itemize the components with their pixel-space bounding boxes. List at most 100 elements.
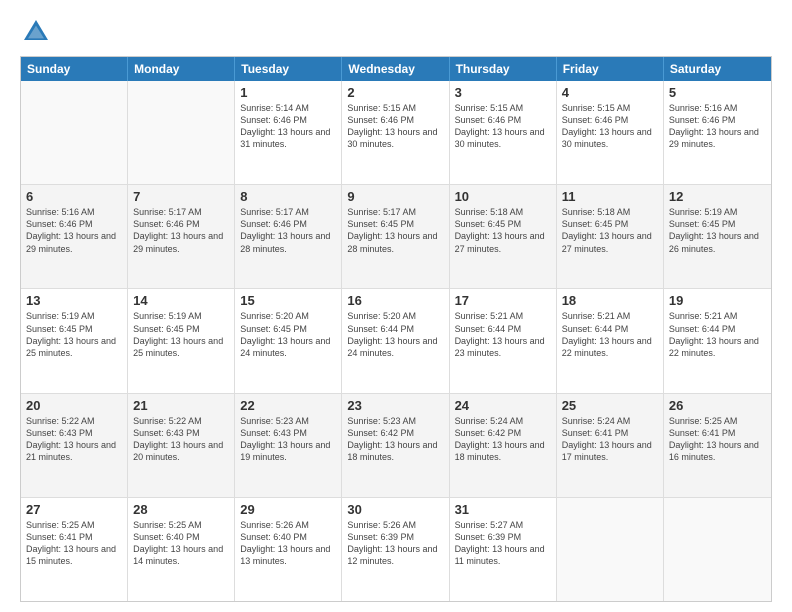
day-number: 1 <box>240 85 336 100</box>
day-info: Sunrise: 5:26 AM Sunset: 6:39 PM Dayligh… <box>347 519 443 568</box>
day-info: Sunrise: 5:17 AM Sunset: 6:46 PM Dayligh… <box>240 206 336 255</box>
day-info: Sunrise: 5:21 AM Sunset: 6:44 PM Dayligh… <box>669 310 766 359</box>
day-cell-2: 2 Sunrise: 5:15 AM Sunset: 6:46 PM Daylig… <box>342 81 449 184</box>
day-header-friday: Friday <box>557 57 664 81</box>
day-number: 7 <box>133 189 229 204</box>
day-cell-12: 12 Sunrise: 5:19 AM Sunset: 6:45 PM Dayli… <box>664 185 771 288</box>
day-info: Sunrise: 5:24 AM Sunset: 6:41 PM Dayligh… <box>562 415 658 464</box>
day-info: Sunrise: 5:27 AM Sunset: 6:39 PM Dayligh… <box>455 519 551 568</box>
day-cell-11: 11Sunrise: 5:18 AM Sunset: 6:45 PM Dayli… <box>557 185 664 288</box>
day-cell-27: 27 Sunrise: 5:25 AM Sunset: 6:41 PM Dayli… <box>21 498 128 601</box>
day-cell-4: 4 Sunrise: 5:15 AM Sunset: 6:46 PM Daylig… <box>557 81 664 184</box>
day-cell-24: 24 Sunrise: 5:24 AM Sunset: 6:42 PM Dayli… <box>450 394 557 497</box>
day-number: 9 <box>347 189 443 204</box>
day-cell-5: 5Sunrise: 5:16 AM Sunset: 6:46 PM Daylig… <box>664 81 771 184</box>
day-cell-18: 18 Sunrise: 5:21 AM Sunset: 6:44 PM Dayli… <box>557 289 664 392</box>
day-number: 30 <box>347 502 443 517</box>
day-number: 4 <box>562 85 658 100</box>
day-info: Sunrise: 5:26 AM Sunset: 6:40 PM Dayligh… <box>240 519 336 568</box>
day-cell-25: 25Sunrise: 5:24 AM Sunset: 6:41 PM Dayli… <box>557 394 664 497</box>
day-info: Sunrise: 5:22 AM Sunset: 6:43 PM Dayligh… <box>133 415 229 464</box>
day-info: Sunrise: 5:21 AM Sunset: 6:44 PM Dayligh… <box>562 310 658 359</box>
week-row-4: 27 Sunrise: 5:25 AM Sunset: 6:41 PM Dayli… <box>21 497 771 601</box>
day-cell-14: 14 Sunrise: 5:19 AM Sunset: 6:45 PM Dayli… <box>128 289 235 392</box>
day-number: 6 <box>26 189 122 204</box>
day-cell-9: 9 Sunrise: 5:17 AM Sunset: 6:45 PM Daylig… <box>342 185 449 288</box>
calendar-body: 1 Sunrise: 5:14 AM Sunset: 6:46 PM Daylig… <box>21 81 771 601</box>
day-info: Sunrise: 5:14 AM Sunset: 6:46 PM Dayligh… <box>240 102 336 151</box>
day-info: Sunrise: 5:19 AM Sunset: 6:45 PM Dayligh… <box>669 206 766 255</box>
day-cell-23: 23 Sunrise: 5:23 AM Sunset: 6:42 PM Dayli… <box>342 394 449 497</box>
day-number: 5 <box>669 85 766 100</box>
empty-cell <box>664 498 771 601</box>
day-number: 2 <box>347 85 443 100</box>
day-info: Sunrise: 5:25 AM Sunset: 6:41 PM Dayligh… <box>26 519 122 568</box>
calendar-header: SundayMondayTuesdayWednesdayThursdayFrid… <box>21 57 771 81</box>
day-cell-22: 22 Sunrise: 5:23 AM Sunset: 6:43 PM Dayli… <box>235 394 342 497</box>
day-info: Sunrise: 5:16 AM Sunset: 6:46 PM Dayligh… <box>26 206 122 255</box>
day-number: 17 <box>455 293 551 308</box>
day-cell-21: 21Sunrise: 5:22 AM Sunset: 6:43 PM Dayli… <box>128 394 235 497</box>
day-cell-28: 28 Sunrise: 5:25 AM Sunset: 6:40 PM Dayli… <box>128 498 235 601</box>
week-row-3: 20 Sunrise: 5:22 AM Sunset: 6:43 PM Dayli… <box>21 393 771 497</box>
day-number: 27 <box>26 502 122 517</box>
logo <box>20 16 56 48</box>
day-number: 3 <box>455 85 551 100</box>
day-cell-10: 10 Sunrise: 5:18 AM Sunset: 6:45 PM Dayli… <box>450 185 557 288</box>
day-info: Sunrise: 5:25 AM Sunset: 6:41 PM Dayligh… <box>669 415 766 464</box>
day-header-sunday: Sunday <box>21 57 128 81</box>
day-info: Sunrise: 5:17 AM Sunset: 6:46 PM Dayligh… <box>133 206 229 255</box>
day-cell-1: 1 Sunrise: 5:14 AM Sunset: 6:46 PM Daylig… <box>235 81 342 184</box>
day-header-thursday: Thursday <box>450 57 557 81</box>
day-number: 16 <box>347 293 443 308</box>
day-info: Sunrise: 5:15 AM Sunset: 6:46 PM Dayligh… <box>347 102 443 151</box>
week-row-1: 6 Sunrise: 5:16 AM Sunset: 6:46 PM Daylig… <box>21 184 771 288</box>
day-number: 11 <box>562 189 658 204</box>
day-info: Sunrise: 5:18 AM Sunset: 6:45 PM Dayligh… <box>455 206 551 255</box>
day-number: 10 <box>455 189 551 204</box>
day-cell-16: 16 Sunrise: 5:20 AM Sunset: 6:44 PM Dayli… <box>342 289 449 392</box>
day-cell-13: 13Sunrise: 5:19 AM Sunset: 6:45 PM Dayli… <box>21 289 128 392</box>
day-number: 12 <box>669 189 766 204</box>
day-number: 26 <box>669 398 766 413</box>
day-number: 19 <box>669 293 766 308</box>
day-number: 24 <box>455 398 551 413</box>
week-row-2: 13Sunrise: 5:19 AM Sunset: 6:45 PM Dayli… <box>21 288 771 392</box>
day-number: 18 <box>562 293 658 308</box>
day-info: Sunrise: 5:20 AM Sunset: 6:44 PM Dayligh… <box>347 310 443 359</box>
day-number: 22 <box>240 398 336 413</box>
day-number: 20 <box>26 398 122 413</box>
day-info: Sunrise: 5:24 AM Sunset: 6:42 PM Dayligh… <box>455 415 551 464</box>
day-info: Sunrise: 5:23 AM Sunset: 6:42 PM Dayligh… <box>347 415 443 464</box>
day-info: Sunrise: 5:20 AM Sunset: 6:45 PM Dayligh… <box>240 310 336 359</box>
calendar: SundayMondayTuesdayWednesdayThursdayFrid… <box>20 56 772 602</box>
day-cell-7: 7 Sunrise: 5:17 AM Sunset: 6:46 PM Daylig… <box>128 185 235 288</box>
day-number: 15 <box>240 293 336 308</box>
day-info: Sunrise: 5:21 AM Sunset: 6:44 PM Dayligh… <box>455 310 551 359</box>
day-cell-20: 20Sunrise: 5:22 AM Sunset: 6:43 PM Dayli… <box>21 394 128 497</box>
day-info: Sunrise: 5:19 AM Sunset: 6:45 PM Dayligh… <box>133 310 229 359</box>
day-number: 28 <box>133 502 229 517</box>
day-cell-31: 31Sunrise: 5:27 AM Sunset: 6:39 PM Dayli… <box>450 498 557 601</box>
day-header-monday: Monday <box>128 57 235 81</box>
empty-cell <box>557 498 664 601</box>
logo-icon <box>20 16 52 48</box>
day-number: 23 <box>347 398 443 413</box>
page: SundayMondayTuesdayWednesdayThursdayFrid… <box>0 0 792 612</box>
day-number: 8 <box>240 189 336 204</box>
day-info: Sunrise: 5:17 AM Sunset: 6:45 PM Dayligh… <box>347 206 443 255</box>
header <box>20 16 772 48</box>
empty-cell <box>21 81 128 184</box>
day-cell-17: 17 Sunrise: 5:21 AM Sunset: 6:44 PM Dayli… <box>450 289 557 392</box>
day-info: Sunrise: 5:19 AM Sunset: 6:45 PM Dayligh… <box>26 310 122 359</box>
day-info: Sunrise: 5:23 AM Sunset: 6:43 PM Dayligh… <box>240 415 336 464</box>
day-info: Sunrise: 5:15 AM Sunset: 6:46 PM Dayligh… <box>455 102 551 151</box>
day-info: Sunrise: 5:15 AM Sunset: 6:46 PM Dayligh… <box>562 102 658 151</box>
day-header-tuesday: Tuesday <box>235 57 342 81</box>
empty-cell <box>128 81 235 184</box>
day-info: Sunrise: 5:25 AM Sunset: 6:40 PM Dayligh… <box>133 519 229 568</box>
day-cell-15: 15 Sunrise: 5:20 AM Sunset: 6:45 PM Dayli… <box>235 289 342 392</box>
day-cell-8: 8 Sunrise: 5:17 AM Sunset: 6:46 PM Daylig… <box>235 185 342 288</box>
day-number: 14 <box>133 293 229 308</box>
day-cell-19: 19 Sunrise: 5:21 AM Sunset: 6:44 PM Dayli… <box>664 289 771 392</box>
